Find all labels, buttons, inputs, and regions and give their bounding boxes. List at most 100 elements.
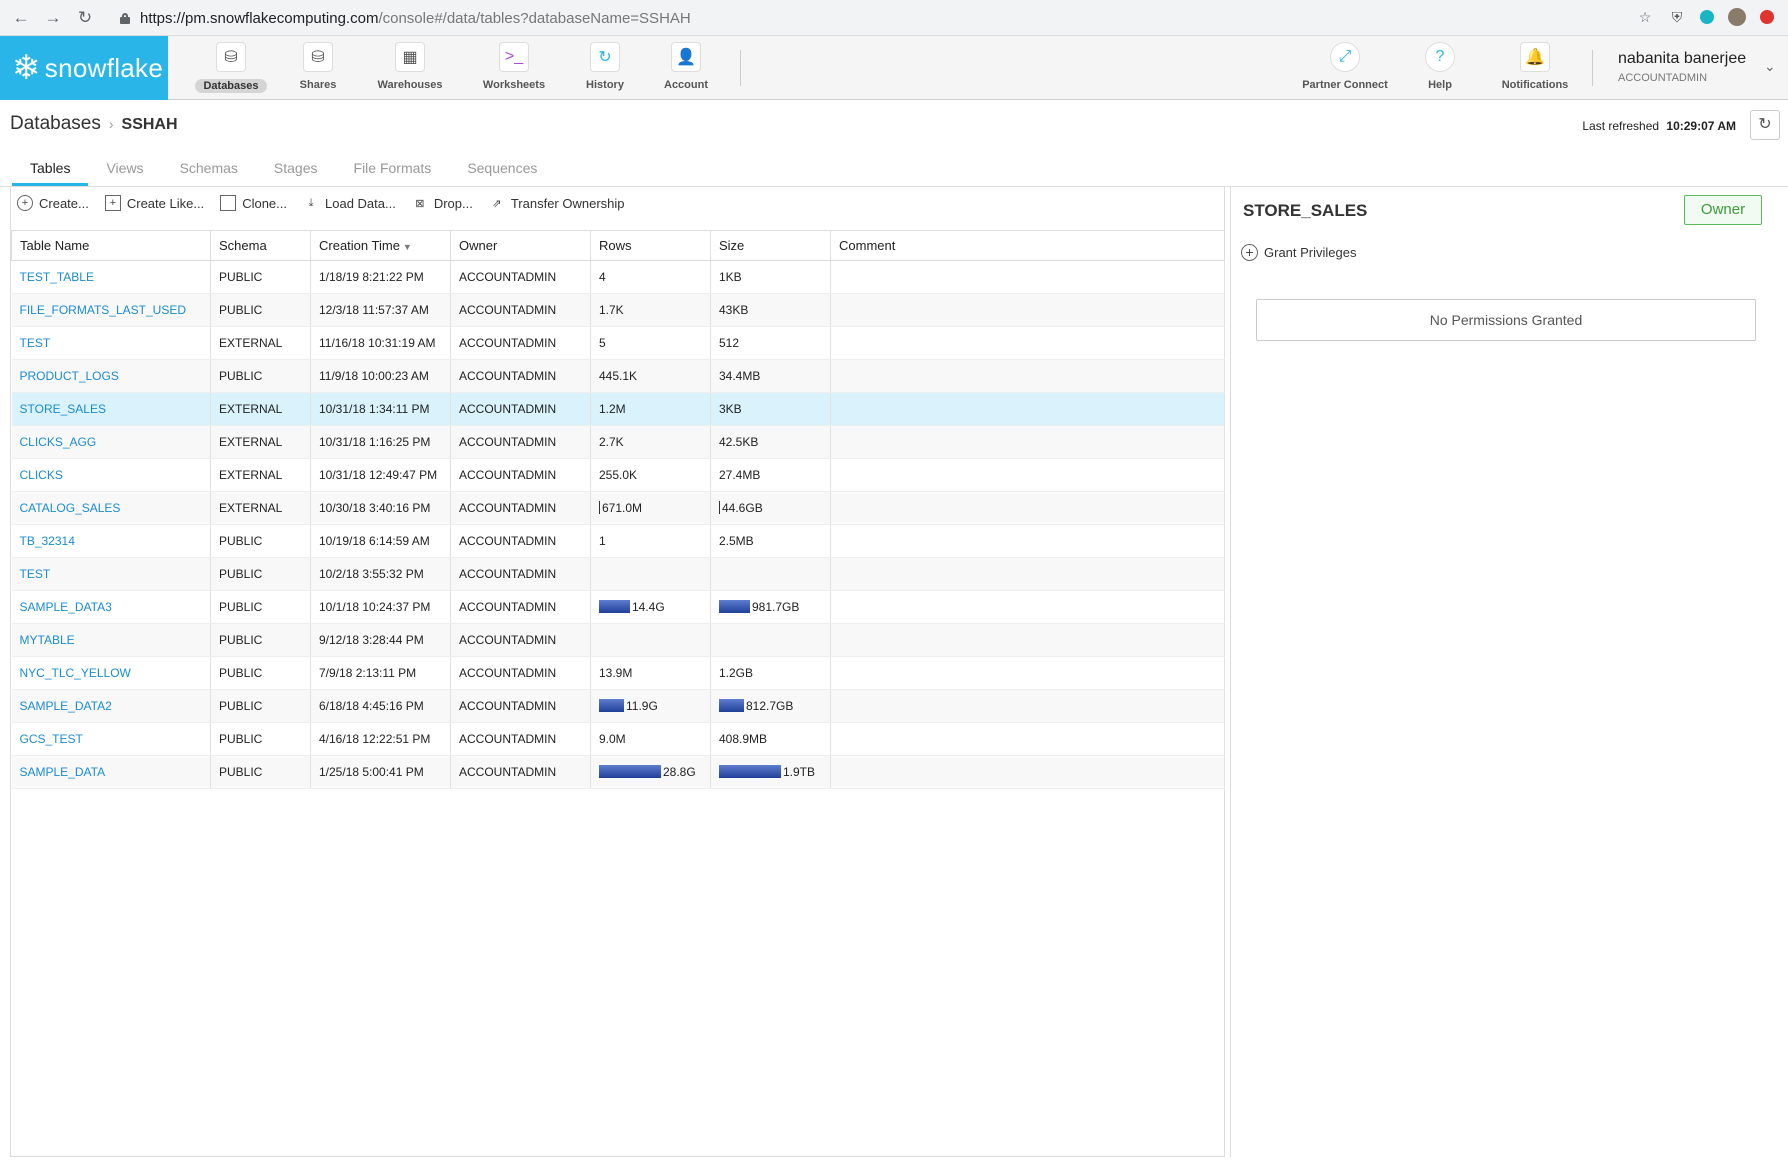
create-button[interactable]: + Create...	[17, 195, 89, 211]
table-name-link[interactable]: STORE_SALES	[11, 392, 211, 426]
rows-cell-bar	[599, 600, 630, 613]
table-name-link[interactable]: SAMPLE_DATA2	[11, 689, 211, 723]
table-row[interactable]: SAMPLE_DATA3 PUBLIC 10/1/18 10:24:37 PM ACC…	[11, 590, 1225, 624]
tab-file-formats[interactable]: File Formats	[336, 154, 450, 186]
table-name-link[interactable]: NYC_TLC_YELLOW	[11, 656, 211, 690]
table-name-link[interactable]: CLICKS	[11, 458, 211, 492]
column-header-owner[interactable]: Owner	[450, 230, 591, 261]
table-name-link[interactable]: SAMPLE_DATA3	[11, 590, 211, 624]
nav-notifications[interactable]: 🔔 Notifications	[1485, 42, 1585, 96]
table-name-link[interactable]: TB_32314	[11, 524, 211, 558]
nav-help[interactable]: ? Help	[1400, 42, 1480, 96]
clone-button[interactable]: Clone...	[220, 195, 287, 211]
table-name-link[interactable]: TEST_TABLE	[11, 260, 211, 294]
tab-tables[interactable]: Tables	[12, 154, 89, 186]
table-row[interactable]: TB_32314 PUBLIC 10/19/18 6:14:59 AM ACCOUNT…	[11, 524, 1225, 558]
tab-schemas[interactable]: Schemas	[162, 154, 256, 186]
schema-cell: PUBLIC	[210, 623, 311, 657]
rows-cell: 9.0M	[590, 722, 711, 756]
load-data-button[interactable]: ⤓ Load Data...	[303, 195, 396, 211]
table-name-link[interactable]: PRODUCT_LOGS	[11, 359, 211, 393]
table-row[interactable]: GCS_TEST PUBLIC 4/16/18 12:22:51 PM ACCOUNT…	[11, 722, 1225, 756]
nav-account[interactable]: 👤 Account	[646, 42, 726, 96]
drop-button[interactable]: ⊠ Drop...	[412, 195, 473, 211]
nav-label: Warehouses	[377, 79, 443, 91]
nav-warehouses[interactable]: ▦ Warehouses	[370, 42, 450, 96]
address-bar[interactable]: https://pm.snowflakecomputing.com/consol…	[110, 5, 1635, 31]
table-row[interactable]: TEST PUBLIC 10/2/18 3:55:32 PM ACCOUNTADMIN	[11, 557, 1225, 591]
table-row[interactable]: TEST EXTERNAL 11/16/18 10:31:19 AM ACCOUNTA…	[11, 326, 1225, 360]
browser-extensions: ☆ ⛨	[1636, 8, 1774, 26]
table-row[interactable]: NYC_TLC_YELLOW PUBLIC 7/9/18 2:13:11 PM ACC…	[11, 656, 1225, 690]
table-name-link[interactable]: TEST	[11, 557, 211, 591]
nav-shares[interactable]: ⛁ Shares	[278, 42, 358, 96]
table-row[interactable]: STORE_SALES EXTERNAL 10/31/18 1:34:11 PM AC…	[11, 392, 1225, 426]
size-cell: 43KB	[710, 293, 831, 327]
user-name[interactable]: nabanita banerjee	[1618, 50, 1746, 68]
nav-worksheets[interactable]: >_ Worksheets	[474, 42, 554, 96]
tab-stages[interactable]: Stages	[256, 154, 336, 186]
table-name-link[interactable]: CLICKS_AGG	[11, 425, 211, 459]
table-name-link[interactable]: MYTABLE	[11, 623, 211, 657]
column-header-size[interactable]: Size	[710, 230, 831, 261]
star-icon[interactable]: ☆	[1636, 8, 1654, 26]
clone-label: Clone...	[242, 195, 287, 211]
profile-avatar-icon[interactable]	[1728, 8, 1746, 26]
table-name-link[interactable]: GCS_TEST	[11, 722, 211, 756]
teal-extension-icon[interactable]	[1700, 10, 1714, 24]
forward-arrow-icon[interactable]: →	[42, 7, 64, 29]
table-row[interactable]: FILE_FORMATS_LAST_USED PUBLIC 12/3/18 11:5…	[11, 293, 1225, 327]
nav-databases[interactable]: ⛁ Databases	[191, 42, 271, 96]
snowflake-logo[interactable]: ❄ snowflake	[0, 36, 168, 100]
browser-toolbar: ← → ↻ https://pm.snowflakecomputing.com /…	[0, 0, 1788, 36]
owner-cell: ACCOUNTADMIN	[450, 392, 591, 426]
red-extension-icon[interactable]	[1760, 10, 1774, 24]
table-name-link[interactable]: CATALOG_SALES	[11, 491, 211, 525]
last-refreshed: Last refreshed 10:29:07 AM	[1582, 119, 1736, 133]
chevron-down-icon[interactable]: ⌄	[1764, 58, 1776, 75]
drop-label: Drop...	[433, 195, 473, 211]
table-name-link[interactable]: SAMPLE_DATA	[11, 755, 211, 789]
size-cell: 981.7GB	[710, 590, 831, 624]
owner-cell: ACCOUNTADMIN	[450, 425, 591, 459]
breadcrumb-current: SSHAH	[121, 116, 178, 133]
table-row[interactable]: CLICKS EXTERNAL 10/31/18 12:49:47 PM ACCOUN…	[11, 458, 1225, 492]
breadcrumb: Databases › SSHAH	[10, 113, 178, 135]
table-row[interactable]: CLICKS_AGG EXTERNAL 10/31/18 1:16:25 PM ACC…	[11, 425, 1225, 459]
column-header-creation-time[interactable]: Creation Time ▼	[310, 230, 451, 261]
tab-views[interactable]: Views	[88, 154, 161, 186]
column-header-schema[interactable]: Schema	[210, 230, 311, 261]
table-toolbar: + Create... + Create Like... Clone... ⤓ …	[17, 195, 625, 211]
create-like-button[interactable]: + Create Like...	[104, 195, 204, 211]
no-permissions-message: No Permissions Granted	[1256, 299, 1756, 341]
url-path: /console#/data/tables?databaseName=SSHAH	[378, 9, 691, 27]
refresh-button[interactable]: ↻	[1750, 110, 1780, 140]
rows-cell: 445.1K	[590, 359, 711, 393]
reload-icon[interactable]: ↻	[74, 7, 96, 29]
detail-panel: STORE_SALES Owner + Grant Privileges No …	[1230, 187, 1788, 1157]
table-row[interactable]: CATALOG_SALES EXTERNAL 10/30/18 3:40:16 PM…	[11, 491, 1225, 525]
table-row[interactable]: SAMPLE_DATA2 PUBLIC 6/18/18 4:45:16 PM ACCO…	[11, 689, 1225, 723]
table-row[interactable]: PRODUCT_LOGS PUBLIC 11/9/18 10:00:23 AM ACC…	[11, 359, 1225, 393]
table-row[interactable]: SAMPLE_DATA PUBLIC 1/25/18 5:00:41 PM ACCOU…	[11, 755, 1225, 789]
table-row[interactable]: TEST_TABLE PUBLIC 1/18/19 8:21:22 PM ACCOUN…	[11, 260, 1225, 294]
schema-cell: EXTERNAL	[210, 458, 311, 492]
column-header-table-name[interactable]: Table Name	[11, 230, 211, 261]
shield-extension-icon[interactable]: ⛨	[1668, 8, 1686, 26]
back-arrow-icon[interactable]: ←	[10, 7, 32, 29]
creation-time-cell: 10/31/18 1:16:25 PM	[310, 425, 451, 459]
grant-privileges-button[interactable]: + Grant Privileges	[1241, 244, 1356, 261]
rows-cell: 1	[590, 524, 711, 558]
table-name-link[interactable]: FILE_FORMATS_LAST_USED	[11, 293, 211, 327]
nav-history[interactable]: ↻ History	[565, 42, 645, 96]
table-row[interactable]: MYTABLE PUBLIC 9/12/18 3:28:44 PM ACCOUNTAD…	[11, 623, 1225, 657]
owner-button[interactable]: Owner	[1684, 195, 1762, 225]
column-header-comment[interactable]: Comment	[830, 230, 1225, 261]
tab-sequences[interactable]: Sequences	[449, 154, 555, 186]
transfer-ownership-button[interactable]: ⇗ Transfer Ownership	[489, 195, 624, 211]
column-header-rows[interactable]: Rows	[590, 230, 711, 261]
table-name-link[interactable]: TEST	[11, 326, 211, 360]
breadcrumb-databases[interactable]: Databases	[10, 113, 101, 135]
size-cell: 1.2GB	[710, 656, 831, 690]
nav-partner-connect[interactable]: ⤢ Partner Connect	[1295, 42, 1395, 96]
